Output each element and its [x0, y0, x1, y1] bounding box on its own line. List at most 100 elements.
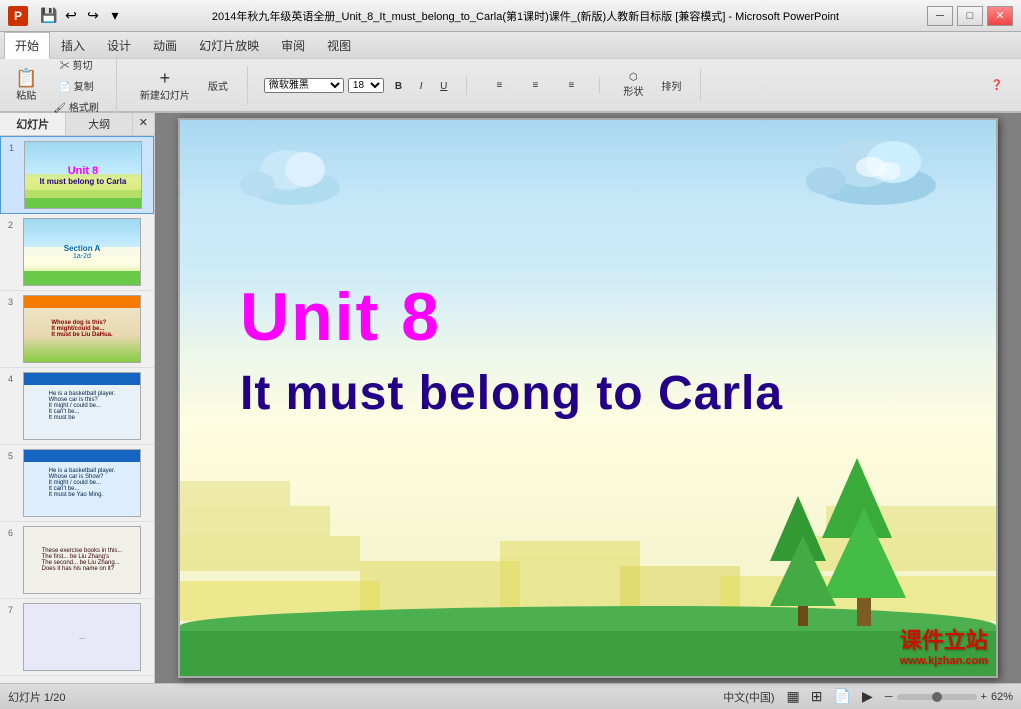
- thumb-6-text: These exercise books in this...The first…: [42, 548, 123, 572]
- slide-thumbnail-4[interactable]: 4 He is a basketball player.Whose car is…: [0, 368, 154, 445]
- shapes-button[interactable]: ⬡ 形状: [616, 69, 650, 101]
- status-right: 中文(中国) ▦ ⊞ 📄 ▶ ─ + 62%: [723, 687, 1013, 706]
- cloud-right: [806, 140, 946, 205]
- zoom-percent[interactable]: 62%: [991, 691, 1013, 703]
- slide-thumbnail-7[interactable]: 7 ...: [0, 599, 154, 676]
- slides-panel[interactable]: 幻灯片 大纲 ✕ 1 Unit 8 It must belong to Carl…: [0, 113, 155, 683]
- thumb-3-text: Whose dog is this?It might/could be...It…: [51, 320, 112, 338]
- slides-group: + 新建幻灯片 版式: [133, 66, 248, 105]
- slide-num-7: 7: [8, 603, 20, 615]
- slide-num-4: 4: [8, 372, 20, 384]
- slide-num-3: 3: [8, 295, 20, 307]
- slide-img-2: Section A 1a-2d: [23, 218, 141, 286]
- help-area: ❓: [981, 77, 1013, 94]
- tab-view[interactable]: 视图: [316, 32, 362, 58]
- slide-img-5: He is a basketball player.Whose car is S…: [23, 449, 141, 517]
- window-controls[interactable]: ─ □ ✕: [927, 6, 1013, 26]
- paste-icon: 📋: [15, 69, 37, 87]
- clipboard-group: 📋 粘贴 ✂ 剪切 📄 复制 🖌 格式刷: [8, 55, 117, 116]
- minimize-button[interactable]: ─: [927, 6, 953, 26]
- main-layout: 幻灯片 大纲 ✕ 1 Unit 8 It must belong to Carl…: [0, 113, 1021, 683]
- new-slide-button[interactable]: + 新建幻灯片: [133, 66, 197, 105]
- font-family-select[interactable]: 微软雅黑: [264, 78, 344, 93]
- bold-button[interactable]: B: [388, 78, 409, 95]
- undo-quick-btn[interactable]: ↩: [62, 7, 80, 25]
- slide-thumbnail-5[interactable]: 5 He is a basketball player.Whose car is…: [0, 445, 154, 522]
- ribbon-tabs[interactable]: 开始 插入 设计 动画 幻灯片放映 审阅 视图: [0, 32, 1021, 59]
- customize-quick-btn[interactable]: ▾: [106, 7, 124, 25]
- thumb-4-text: He is a basketball player.Whose car is t…: [49, 391, 116, 421]
- slide-img-1: Unit 8 It must belong to Carla: [24, 141, 142, 209]
- copy-button[interactable]: 📄 复制: [48, 76, 103, 95]
- zoom-minus[interactable]: ─: [885, 691, 893, 703]
- zoom-slider[interactable]: [897, 694, 977, 700]
- tab-review[interactable]: 审阅: [270, 32, 316, 58]
- align-right-button[interactable]: ≡: [555, 77, 587, 94]
- ribbon-content: 📋 粘贴 ✂ 剪切 📄 复制 🖌 格式刷 + 新建幻灯片 版式 微软雅黑 18: [0, 59, 1021, 111]
- slide-img-6: These exercise books in this...The first…: [23, 526, 141, 594]
- align-left-button[interactable]: ≡: [483, 77, 515, 94]
- thumb-subtitle-label: It must belong to Carla: [40, 177, 127, 186]
- slide-num-2: 2: [8, 218, 20, 230]
- slide-img-3: Whose dog is this?It might/could be...It…: [23, 295, 141, 363]
- quick-access-toolbar[interactable]: 💾 ↩ ↪ ▾: [40, 7, 124, 25]
- thumb-5-text: He is a basketball player.Whose car is S…: [49, 468, 116, 498]
- slide-num-5: 5: [8, 449, 20, 461]
- paste-button[interactable]: 📋 粘贴: [8, 66, 44, 105]
- new-slide-icon: +: [160, 69, 171, 87]
- help-button[interactable]: ❓: [981, 77, 1013, 94]
- watermark-line2: www.kjzhan.com: [900, 655, 988, 668]
- cloud-left: [240, 150, 350, 205]
- thumb-section-sub: 1a-2d: [64, 253, 101, 260]
- font-size-select[interactable]: 18: [348, 78, 384, 93]
- window-title: 2014年秋九年级英语全册_Unit_8_It_must_belong_to_C…: [124, 8, 927, 24]
- thumb-section-a-label: Section A: [64, 244, 101, 253]
- slide-thumbnail-6[interactable]: 6 These exercise books in this...The fir…: [0, 522, 154, 599]
- panel-tab-outline[interactable]: 大纲: [66, 113, 132, 135]
- ribbon: 开始 插入 设计 动画 幻灯片放映 审阅 视图 📋 粘贴 ✂ 剪切 📄 复制 🖌…: [0, 32, 1021, 113]
- slide-thumbnail-3[interactable]: 3 Whose dog is this?It might/could be...…: [0, 291, 154, 368]
- underline-button[interactable]: U: [433, 78, 454, 95]
- cut-button[interactable]: ✂ 剪切: [48, 55, 103, 74]
- tree-right-2: [770, 496, 836, 626]
- arrange-button[interactable]: 排列: [654, 75, 688, 96]
- reading-view-btn[interactable]: 📄: [830, 687, 855, 706]
- maximize-button[interactable]: □: [957, 6, 983, 26]
- shapes-icon: ⬡: [629, 72, 638, 83]
- language-indicator: 中文(中国): [723, 689, 774, 705]
- slide-num-6: 6: [8, 526, 20, 538]
- app-icon: P: [8, 6, 28, 26]
- slide-count: 幻灯片 1/20: [8, 689, 65, 705]
- status-bar: 幻灯片 1/20 中文(中国) ▦ ⊞ 📄 ▶ ─ + 62%: [0, 683, 1021, 709]
- tab-slideshow[interactable]: 幻灯片放映: [188, 32, 270, 58]
- thumb-unit8-label: Unit 8: [40, 165, 127, 177]
- watermark: 课件立站 www.kjzhan.com: [900, 628, 988, 668]
- title-bar: P 💾 ↩ ↪ ▾ 2014年秋九年级英语全册_Unit_8_It_must_b…: [0, 0, 1021, 32]
- ground-base: [180, 631, 996, 676]
- tab-animation[interactable]: 动画: [142, 32, 188, 58]
- paragraph-group: ≡ ≡ ≡: [483, 77, 600, 94]
- slide-img-4: He is a basketball player.Whose car is t…: [23, 372, 141, 440]
- redo-quick-btn[interactable]: ↪: [84, 7, 102, 25]
- layout-button[interactable]: 版式: [201, 75, 235, 96]
- font-group: 微软雅黑 18 B I U: [264, 76, 467, 95]
- save-quick-btn[interactable]: 💾: [40, 7, 58, 25]
- main-slide[interactable]: Unit 8 It must belong to Carla 课件立站 www.…: [178, 118, 998, 678]
- panel-close-button[interactable]: ✕: [133, 113, 154, 135]
- slide-area[interactable]: Unit 8 It must belong to Carla 课件立站 www.…: [155, 113, 1021, 683]
- slide-sorter-btn[interactable]: ⊞: [807, 687, 827, 706]
- close-button[interactable]: ✕: [987, 6, 1013, 26]
- slide-img-7: ...: [23, 603, 141, 671]
- slide-thumbnail-1[interactable]: 1 Unit 8 It must belong to Carla: [0, 136, 154, 214]
- slide-unit-title: Unit 8: [240, 280, 783, 355]
- slide-thumbnail-2[interactable]: 2 Section A 1a-2d: [0, 214, 154, 291]
- panel-tab-slides[interactable]: 幻灯片: [0, 113, 66, 135]
- slide-num-1: 1: [9, 141, 21, 153]
- slide-title-group[interactable]: Unit 8 It must belong to Carla: [240, 280, 783, 422]
- normal-view-btn[interactable]: ▦: [783, 687, 804, 706]
- zoom-plus[interactable]: +: [981, 691, 987, 703]
- panel-tabs[interactable]: 幻灯片 大纲 ✕: [0, 113, 154, 136]
- slideshow-view-btn[interactable]: ▶: [858, 687, 877, 706]
- align-center-button[interactable]: ≡: [519, 77, 551, 94]
- italic-button[interactable]: I: [411, 78, 431, 95]
